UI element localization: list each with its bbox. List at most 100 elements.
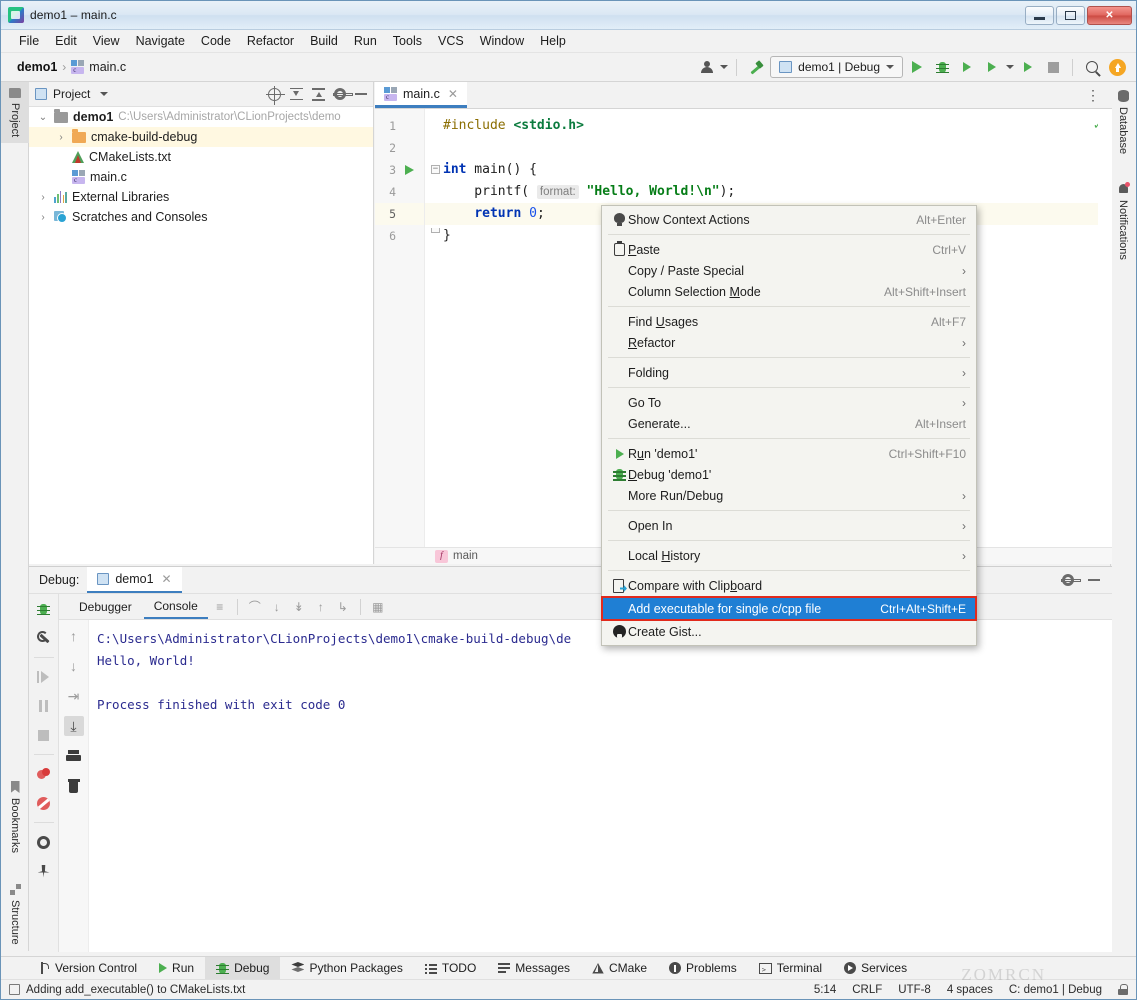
- context-menu-item-folding[interactable]: Folding›: [602, 362, 976, 383]
- settings-gear-icon[interactable]: [1062, 574, 1074, 586]
- menu-item-help[interactable]: Help: [532, 32, 574, 50]
- lock-icon[interactable]: [1118, 984, 1128, 995]
- chevron-down-icon[interactable]: [100, 92, 108, 96]
- updates-icon[interactable]: [1106, 56, 1128, 78]
- context-menu-item-paste[interactable]: PasteCtrl+V: [602, 239, 976, 260]
- run-button[interactable]: [906, 56, 928, 78]
- build-hammer-icon[interactable]: [745, 56, 767, 78]
- attach-to-process-button[interactable]: [1017, 56, 1039, 78]
- branch-indicator[interactable]: C: demo1 | Debug: [1009, 984, 1102, 996]
- force-step-into-icon[interactable]: ↡: [289, 597, 309, 617]
- resume-program-icon[interactable]: [34, 667, 54, 687]
- maximize-button[interactable]: [1056, 6, 1085, 25]
- context-menu-item-find-usages[interactable]: Find UsagesAlt+F7: [602, 311, 976, 332]
- tree-item-external-libraries[interactable]: ›External Libraries: [29, 187, 373, 207]
- debug-tab-debugger[interactable]: Debugger: [69, 594, 142, 619]
- context-menu-item-compare-with-clipboard[interactable]: Compare with Clipboard: [602, 575, 976, 596]
- step-out-icon[interactable]: ↑: [311, 597, 331, 617]
- context-menu-item-copy-paste-special[interactable]: Copy / Paste Special›: [602, 260, 976, 281]
- sidebar-item-project[interactable]: Project: [1, 82, 29, 143]
- chevron-right-icon[interactable]: ›: [37, 192, 49, 203]
- search-everywhere-icon[interactable]: [1081, 56, 1103, 78]
- debug-session-tab[interactable]: demo1 ✕: [87, 567, 181, 593]
- bottom-tab-todo[interactable]: TODO: [414, 957, 487, 980]
- breadcrumb-function-label[interactable]: main: [453, 550, 478, 562]
- line-separator[interactable]: CRLF: [852, 984, 882, 996]
- menu-item-build[interactable]: Build: [302, 32, 346, 50]
- tree-item-main-c[interactable]: cmain.c: [29, 167, 373, 187]
- menu-item-tools[interactable]: Tools: [385, 32, 430, 50]
- context-menu-item-create-gist[interactable]: Create Gist...: [602, 621, 976, 642]
- context-menu-item-debug-demo1[interactable]: Debug 'demo1': [602, 464, 976, 485]
- settings-gear-icon[interactable]: [334, 88, 346, 100]
- context-menu-item-column-selection-mode[interactable]: Column Selection ModeAlt+Shift+Insert: [602, 281, 976, 302]
- editor-options-icon[interactable]: ⋮: [1075, 82, 1112, 108]
- trash-icon[interactable]: [64, 776, 84, 796]
- bottom-tab-python-packages[interactable]: Python Packages: [280, 957, 413, 980]
- chevron-down-icon[interactable]: [1006, 65, 1014, 69]
- context-menu-item-generate[interactable]: Generate...Alt+Insert: [602, 413, 976, 434]
- profile-button[interactable]: [981, 56, 1003, 78]
- stop-button[interactable]: [1042, 56, 1064, 78]
- context-menu-item-go-to[interactable]: Go To›: [602, 392, 976, 413]
- print-icon[interactable]: [64, 746, 84, 766]
- hide-icon[interactable]: [1088, 579, 1100, 581]
- bottom-tab-debug[interactable]: Debug: [205, 957, 280, 980]
- wrench-icon[interactable]: [34, 628, 54, 648]
- tab-main-c[interactable]: c main.c ✕: [375, 82, 467, 108]
- tree-item-scratches-and-consoles[interactable]: ›Scratches and Consoles: [29, 207, 373, 227]
- bottom-tab-cmake[interactable]: CMake: [581, 957, 658, 980]
- context-menu-item-run-demo1[interactable]: Run 'demo1'Ctrl+Shift+F10: [602, 443, 976, 464]
- bottom-tab-version-control[interactable]: Version Control: [29, 957, 148, 980]
- chevron-down-icon[interactable]: ⌄: [37, 112, 49, 123]
- bottom-tab-messages[interactable]: Messages: [487, 957, 581, 980]
- run-configuration-selector[interactable]: demo1 | Debug: [770, 56, 903, 78]
- mute-breakpoints-icon[interactable]: [34, 793, 54, 813]
- menu-item-view[interactable]: View: [85, 32, 128, 50]
- scroll-up-icon[interactable]: ↑: [64, 626, 84, 646]
- caret-position[interactable]: 5:14: [814, 984, 836, 996]
- tree-item-cmake-build-debug[interactable]: ›cmake-build-debug: [29, 127, 373, 147]
- indent-setting[interactable]: 4 spaces: [947, 984, 993, 996]
- hide-icon[interactable]: [355, 93, 367, 95]
- context-menu-item-show-context-actions[interactable]: Show Context ActionsAlt+Enter: [602, 209, 976, 230]
- fold-collapse-icon[interactable]: −: [431, 165, 440, 174]
- sidebar-item-notifications[interactable]: Notifications: [1110, 177, 1136, 266]
- chevron-down-icon[interactable]: [720, 65, 728, 69]
- context-menu-item-refactor[interactable]: Refactor›: [602, 332, 976, 353]
- tree-item-demo1[interactable]: ⌄demo1C:\Users\Administrator\CLionProjec…: [29, 107, 373, 127]
- step-over-icon[interactable]: ⌒: [245, 597, 265, 617]
- editor-scrollbar[interactable]: [1098, 109, 1112, 547]
- expand-all-icon[interactable]: [290, 88, 303, 101]
- menu-item-navigate[interactable]: Navigate: [128, 32, 193, 50]
- menu-item-run[interactable]: Run: [346, 32, 385, 50]
- sidebar-item-structure[interactable]: Structure: [1, 878, 29, 951]
- person-icon[interactable]: [695, 56, 717, 78]
- console-output[interactable]: C:\Users\Administrator\CLionProjects\dem…: [89, 620, 1112, 952]
- file-encoding[interactable]: UTF-8: [898, 984, 931, 996]
- editor-gutter[interactable]: 123456: [375, 109, 425, 547]
- chevron-right-icon[interactable]: ›: [37, 212, 49, 223]
- context-menu-item-local-history[interactable]: Local History›: [602, 545, 976, 566]
- context-menu-item-open-in[interactable]: Open In›: [602, 515, 976, 536]
- breadcrumb-file[interactable]: main.c: [89, 60, 126, 74]
- context-menu-item-more-run-debug[interactable]: More Run/Debug›: [602, 485, 976, 506]
- debug-button[interactable]: [931, 56, 953, 78]
- scroll-down-icon[interactable]: ↓: [64, 656, 84, 676]
- select-opened-file-icon[interactable]: [268, 88, 281, 101]
- fold-end-icon[interactable]: [431, 228, 440, 233]
- sidebar-item-bookmarks[interactable]: Bookmarks: [1, 775, 29, 859]
- breadcrumb-project[interactable]: demo1: [17, 60, 57, 74]
- run-gutter-icon[interactable]: [405, 165, 414, 175]
- menu-item-edit[interactable]: Edit: [47, 32, 85, 50]
- menu-item-code[interactable]: Code: [193, 32, 239, 50]
- bottom-tab-run[interactable]: Run: [148, 957, 205, 980]
- run-to-cursor-icon[interactable]: ↳: [333, 597, 353, 617]
- minimize-button[interactable]: [1025, 6, 1054, 25]
- debug-icon[interactable]: [34, 599, 54, 619]
- view-breakpoints-icon[interactable]: [34, 764, 54, 784]
- collapse-all-icon[interactable]: [312, 88, 325, 101]
- bottom-tab-terminal[interactable]: Terminal: [748, 957, 833, 980]
- chevron-right-icon[interactable]: ›: [55, 132, 67, 143]
- close-icon[interactable]: ✕: [162, 572, 172, 586]
